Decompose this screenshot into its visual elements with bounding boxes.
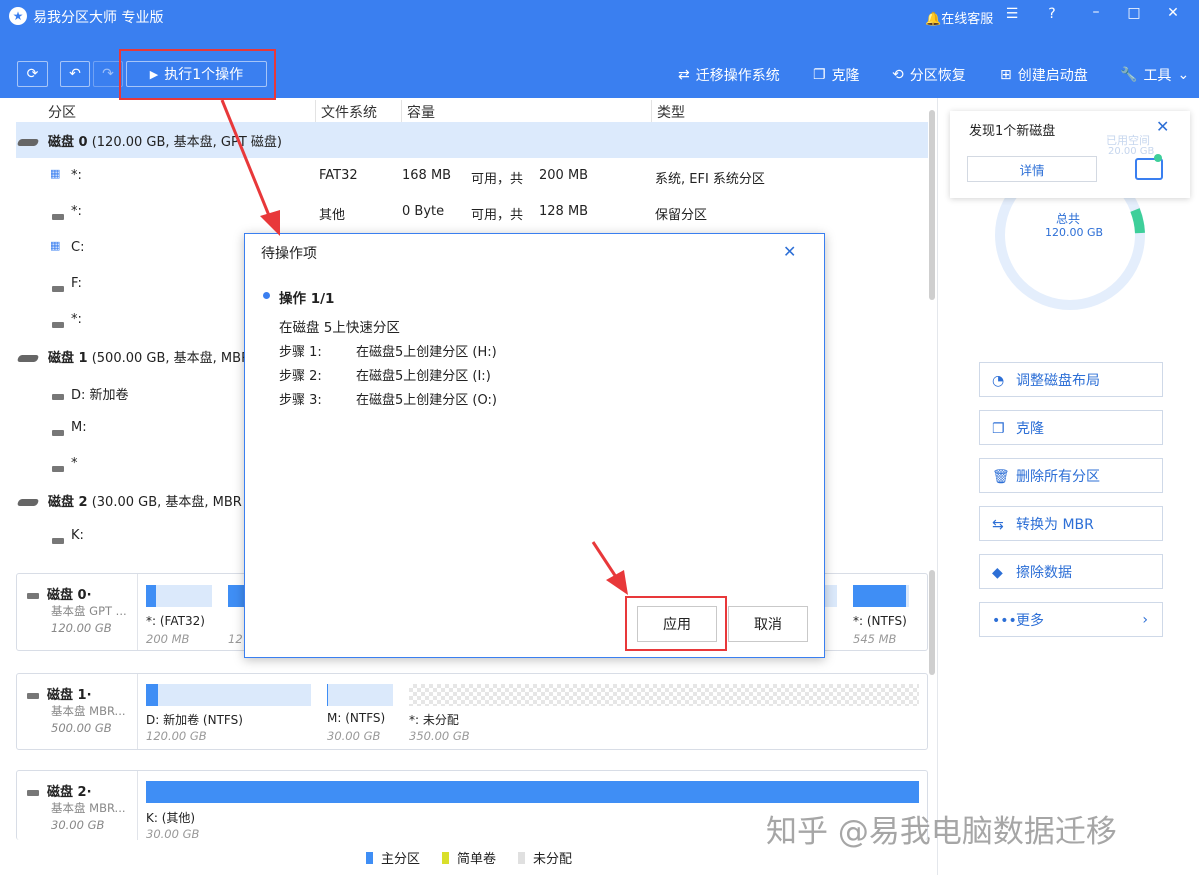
- annotation-arrows: [220, 99, 628, 595]
- watermark: 知乎 @易我电脑数据迁移: [766, 814, 1117, 850]
